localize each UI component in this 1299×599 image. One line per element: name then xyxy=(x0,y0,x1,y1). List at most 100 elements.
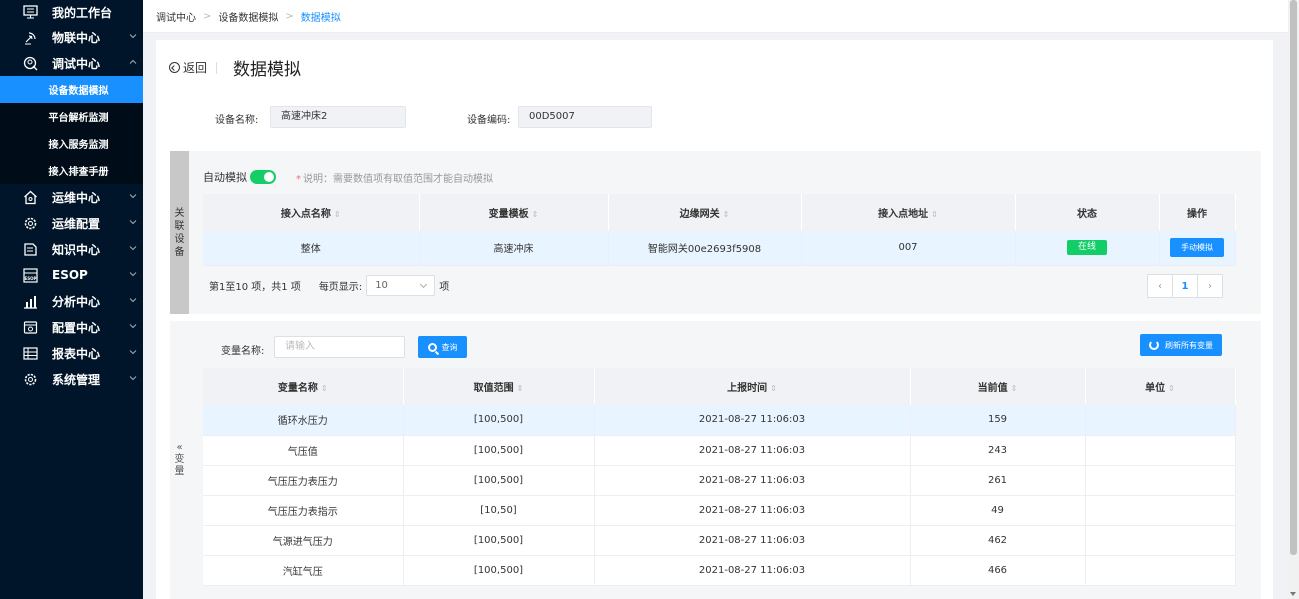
related-device-section: 关 联 设 备 自动模拟 * 说明：需要数值项有取值范围才能自动模拟 接入点名称 ⇕… xyxy=(170,151,1261,314)
cell-current-value: 243 xyxy=(910,435,1086,466)
cell-report-time: 2021-08-27 11:06:03 xyxy=(594,465,911,496)
refresh-all-button[interactable]: 刷新所有变量 xyxy=(1140,334,1222,356)
config-icon xyxy=(22,319,38,335)
svg-text:ESOP: ESOP xyxy=(24,276,36,281)
status-badge: 在线 xyxy=(1067,240,1107,256)
column-header[interactable]: 边缘网关 ⇕ xyxy=(608,194,802,231)
cell-variable-name: 气压压力表压力 xyxy=(203,465,404,496)
table-row[interactable]: 整体 高速冲床 智能网关00e2693f5908 007 在线 手动模拟 xyxy=(203,231,1236,266)
cell-unit xyxy=(1085,405,1236,436)
cell-access-address: 007 xyxy=(801,231,1016,266)
device-code-label: 设备编码: xyxy=(467,115,511,126)
house-icon xyxy=(22,189,38,205)
sort-icon: ⇕ xyxy=(931,210,938,219)
sidebar-item-analysis[interactable]: 分析中心 xyxy=(0,288,143,314)
sidebar-subitem-device-simulation[interactable]: 设备数据模拟 xyxy=(0,76,143,103)
sort-icon: ⇕ xyxy=(1168,384,1175,393)
column-header[interactable]: 当前值 ⇕ xyxy=(910,368,1086,405)
chevron-down-icon xyxy=(129,324,137,329)
table-row[interactable]: 气压压力表指示 [10,50] 2021-08-27 11:06:03 49 xyxy=(203,495,1236,526)
auto-simulate-note: * 说明：需要数值项有取值范围才能自动模拟 xyxy=(296,170,493,185)
sidebar-subitem-troubleshoot[interactable]: 接入排查手册 xyxy=(0,157,143,184)
page-size-value: 10 xyxy=(375,280,388,291)
cell-status: 在线 xyxy=(1015,231,1160,266)
sidebar-item-knowledge[interactable]: 知识中心 xyxy=(0,236,143,262)
variable-tab[interactable]: « 变 量 xyxy=(170,321,189,599)
sidebar-item-config-center[interactable]: 配置中心 xyxy=(0,314,143,340)
cell-variable-template: 高速冲床 xyxy=(419,231,609,266)
chevron-down-icon xyxy=(129,298,137,303)
table-row[interactable]: 汽缸气压 [100,500] 2021-08-27 11:06:03 466 xyxy=(203,555,1236,586)
cell-range: [100,500] xyxy=(403,555,595,586)
back-button[interactable]: 返回 xyxy=(169,59,207,76)
sidebar-item-report[interactable]: 报表中心 xyxy=(0,340,143,366)
sort-icon: ⇕ xyxy=(531,210,539,219)
sort-icon: ⇕ xyxy=(333,210,341,219)
gear-icon xyxy=(22,215,38,231)
back-label: 返回 xyxy=(183,61,208,75)
cell-range: [10,50] xyxy=(403,495,595,526)
column-header[interactable]: 单位 ⇕ xyxy=(1085,368,1236,405)
collapse-icon: « xyxy=(176,442,183,453)
page-size-select[interactable]: 10 xyxy=(366,275,436,296)
monitor-icon xyxy=(22,4,38,20)
sidebar-item-workbench[interactable]: 我的工作台 xyxy=(0,0,143,24)
column-header[interactable]: 接入点名称 ⇕ xyxy=(203,194,420,231)
variable-name-search-input[interactable]: 请输入 xyxy=(274,336,405,358)
cell-unit xyxy=(1085,525,1236,556)
auto-simulate-row: 自动模拟 * 说明：需要数值项有取值范围才能自动模拟 xyxy=(203,169,493,185)
search-icon xyxy=(427,342,437,352)
cell-report-time: 2021-08-27 11:06:03 xyxy=(594,555,911,586)
sidebar-item-system[interactable]: 系统管理 xyxy=(0,366,143,392)
sidebar-item-label: 报表中心 xyxy=(52,346,101,361)
scroll-down-arrow-icon[interactable] xyxy=(1290,592,1296,596)
column-header[interactable]: 变量模板 ⇕ xyxy=(419,194,609,231)
report-icon xyxy=(22,345,38,361)
cell-variable-name: 汽缸气压 xyxy=(203,555,404,586)
query-button[interactable]: 查询 xyxy=(418,336,467,358)
chevron-down-icon xyxy=(129,194,137,199)
prev-page-button[interactable]: ‹ xyxy=(1147,274,1173,298)
auto-simulate-toggle[interactable] xyxy=(250,170,276,184)
sidebar-item-iot[interactable]: 物联中心 xyxy=(0,24,143,50)
column-header[interactable]: 上报时间 ⇕ xyxy=(594,368,911,405)
breadcrumb-item[interactable]: 调试中心 xyxy=(156,9,196,24)
cell-unit xyxy=(1085,555,1236,586)
sidebar-item-label: 运维中心 xyxy=(52,190,101,205)
required-star: * xyxy=(296,173,301,185)
tab-char: 量 xyxy=(174,466,185,477)
tab-char: 变 xyxy=(174,454,185,465)
table-row[interactable]: 循环水压力 [100,500] 2021-08-27 11:06:03 159 xyxy=(203,405,1236,436)
column-header[interactable]: 变量名称 ⇕ xyxy=(203,368,404,405)
manual-simulate-button[interactable]: 手动模拟 xyxy=(1170,238,1224,258)
related-device-tab[interactable]: 关 联 设 备 xyxy=(170,151,189,314)
sidebar-item-esop[interactable]: ESOP ESOP xyxy=(0,262,143,288)
breadcrumb-item[interactable]: 设备数据模拟 xyxy=(218,9,278,24)
page-number-button[interactable]: 1 xyxy=(1172,274,1198,298)
note-text: 说明：需要数值项有取值范围才能自动模拟 xyxy=(303,173,493,185)
page-scrollbar[interactable] xyxy=(1288,0,1299,599)
table-row[interactable]: 气压值 [100,500] 2021-08-27 11:06:03 243 xyxy=(203,435,1236,466)
table-row[interactable]: 气压压力表压力 [100,500] 2021-08-27 11:06:03 26… xyxy=(203,465,1236,496)
column-header[interactable]: 取值范围 ⇕ xyxy=(403,368,595,405)
sidebar-item-ops-config[interactable]: 运维配置 xyxy=(0,210,143,236)
title-divider xyxy=(216,62,217,74)
column-header[interactable]: 接入点地址 ⇕ xyxy=(801,194,1016,231)
next-page-button[interactable]: › xyxy=(1197,274,1223,298)
table-row[interactable]: 气源进气压力 [100,500] 2021-08-27 11:06:03 462 xyxy=(203,525,1236,556)
sort-icon: ⇕ xyxy=(770,384,777,393)
sidebar-item-ops-center[interactable]: 运维中心 xyxy=(0,184,143,210)
sidebar-subitem-platform-parse[interactable]: 平台解析监测 xyxy=(0,103,143,130)
variable-section: « 变 量 变量名称: 请输入 查询 刷新所有变量 变量名称 ⇕ 取值范围 ⇕ 上报… xyxy=(170,321,1261,599)
cell-current-value: 261 xyxy=(910,465,1086,496)
main-card: 返回 数据模拟 设备名称: 高速冲床2 设备编码: 00D5007 关 联 设 … xyxy=(156,40,1273,599)
breadcrumb: 调试中心 > 设备数据模拟 > 数据模拟 xyxy=(143,0,1288,33)
sidebar-item-debug[interactable]: 调试中心 xyxy=(0,50,143,76)
sidebar-item-label: 我的工作台 xyxy=(52,5,113,20)
chevron-down-icon xyxy=(129,272,137,277)
scrollbar-thumb[interactable] xyxy=(1290,0,1297,555)
cell-action: 手动模拟 xyxy=(1159,231,1236,266)
antenna-icon xyxy=(22,29,38,45)
sidebar-subitem-access-service[interactable]: 接入服务监测 xyxy=(0,130,143,157)
tab-char: 联 xyxy=(174,220,185,232)
